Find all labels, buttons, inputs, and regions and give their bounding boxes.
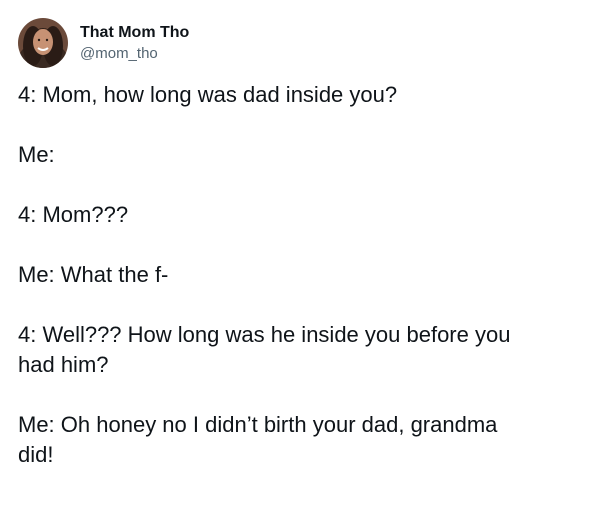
tweet-line: 4: Mom, how long was dad inside you? [18,82,398,107]
tweet-card: That Mom Tho @mom_tho 4: Mom, how long w… [0,0,599,526]
author-display-name[interactable]: That Mom Tho [80,23,189,43]
avatar[interactable] [18,18,68,68]
tweet-line: 4: Well??? How long was he inside you be… [18,322,511,347]
tweet-line: Me: [18,142,55,167]
author-names: That Mom Tho @mom_tho [80,23,189,63]
tweet-text: 4: Mom, how long was dad inside you? Me:… [18,80,583,470]
tweet-line: Me: What the f- [18,262,169,287]
tweet-line: Me: Oh honey no I didn’t birth your dad,… [18,412,498,437]
tweet-header: That Mom Tho @mom_tho [18,16,189,70]
author-handle[interactable]: @mom_tho [80,44,189,63]
profile-photo-avatar-icon [18,18,68,68]
tweet-line: did! [18,442,54,467]
tweet-line: had him? [18,352,109,377]
tweet-line: 4: Mom??? [18,202,129,227]
